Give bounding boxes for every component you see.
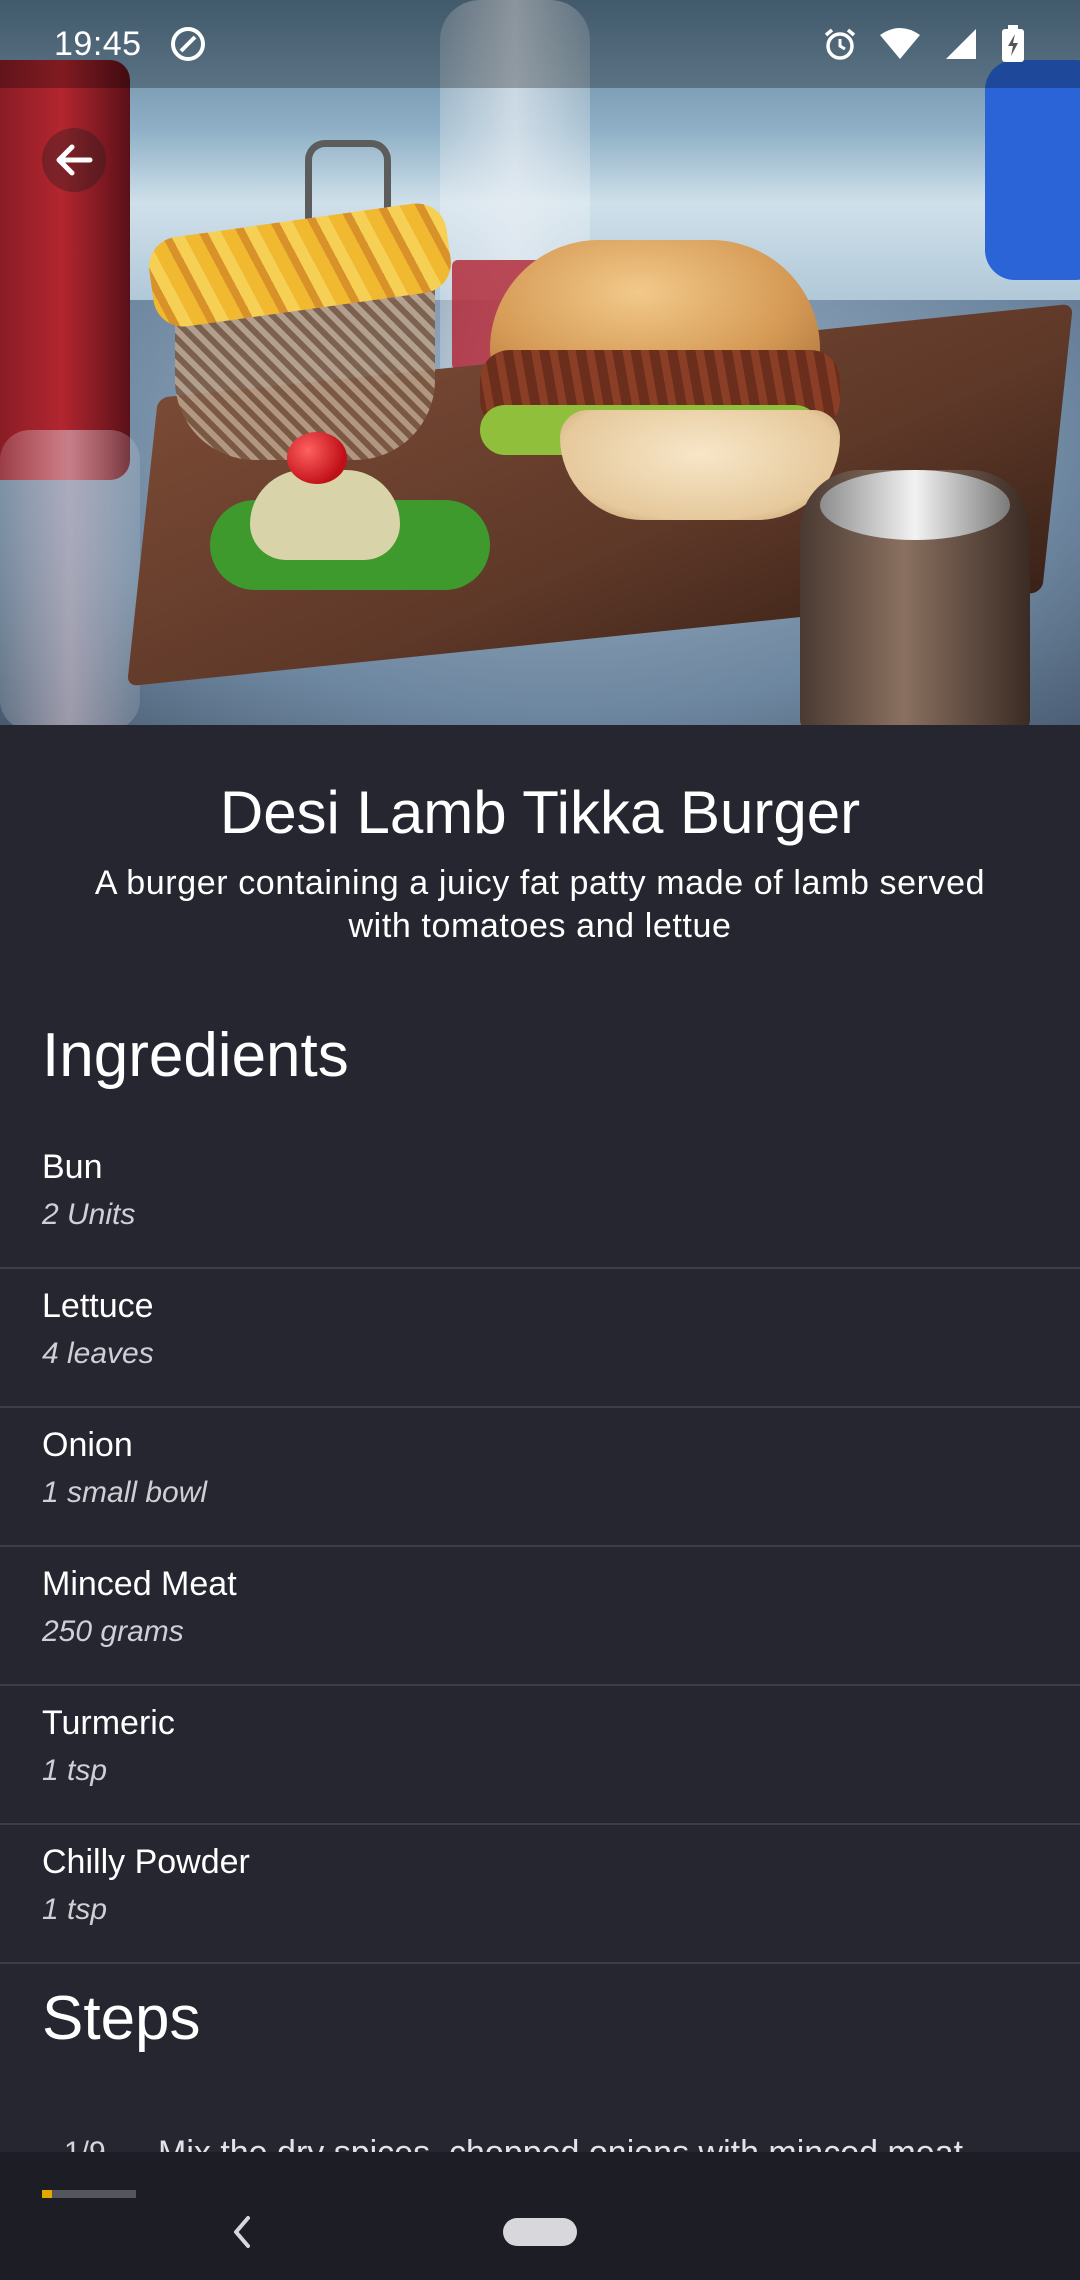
navigation-bar [0, 2152, 1080, 2280]
ingredients-heading: Ingredients [42, 1021, 349, 1090]
do-not-disturb-icon [170, 27, 205, 61]
ingredient-row: Bun 2 Units [0, 1130, 1080, 1269]
ingredient-name: Chilly Powder [42, 1843, 250, 1881]
cell-signal-icon [946, 29, 976, 59]
status-bar: 19:45 [0, 0, 1080, 88]
hero-food-photo [0, 0, 1080, 725]
recipe-title: Desi Lamb Tikka Burger [219, 779, 861, 846]
ingredient-row: Turmeric 1 tsp [0, 1686, 1080, 1825]
battery-charging-icon [1002, 25, 1024, 62]
ingredient-quantity: 1 tsp [42, 1893, 108, 1926]
recipe-description: A burger containing a juicy fat patty ma… [94, 864, 986, 945]
ingredient-row: Minced Meat 250 grams [0, 1547, 1080, 1686]
status-time: 19:45 [54, 24, 142, 63]
ingredient-row: Chilly Powder 1 tsp [0, 1825, 1080, 1964]
ingredient-name: Lettuce [42, 1287, 154, 1325]
ingredient-name: Turmeric [42, 1704, 175, 1742]
home-gesture-pill[interactable] [503, 2218, 577, 2246]
ingredients-list: Bun 2 Units Lettuce 4 leaves Onion 1 sma… [0, 1130, 1080, 1964]
ingredient-quantity: 1 small bowl [42, 1476, 208, 1509]
steps-heading: Steps [42, 1984, 201, 2053]
arrow-back-icon [56, 144, 93, 176]
ingredient-row: Onion 1 small bowl [0, 1408, 1080, 1547]
ingredient-name: Onion [42, 1426, 133, 1464]
ingredient-row: Lettuce 4 leaves [0, 1269, 1080, 1408]
chevron-left-icon [234, 2216, 250, 2248]
alarm-icon [824, 28, 856, 60]
ingredient-name: Bun [42, 1148, 103, 1186]
ingredient-quantity: 2 Units [42, 1198, 136, 1231]
step-progress-fill [42, 2190, 53, 2198]
ingredient-name: Minced Meat [42, 1565, 237, 1603]
back-button[interactable] [42, 128, 106, 192]
step-progress-bar [42, 2190, 136, 2198]
wifi-icon [880, 28, 920, 59]
ingredient-quantity: 250 grams [42, 1615, 184, 1648]
ingredient-quantity: 4 leaves [42, 1337, 154, 1370]
ingredient-quantity: 1 tsp [42, 1754, 108, 1787]
nav-back-button[interactable] [220, 2210, 264, 2254]
